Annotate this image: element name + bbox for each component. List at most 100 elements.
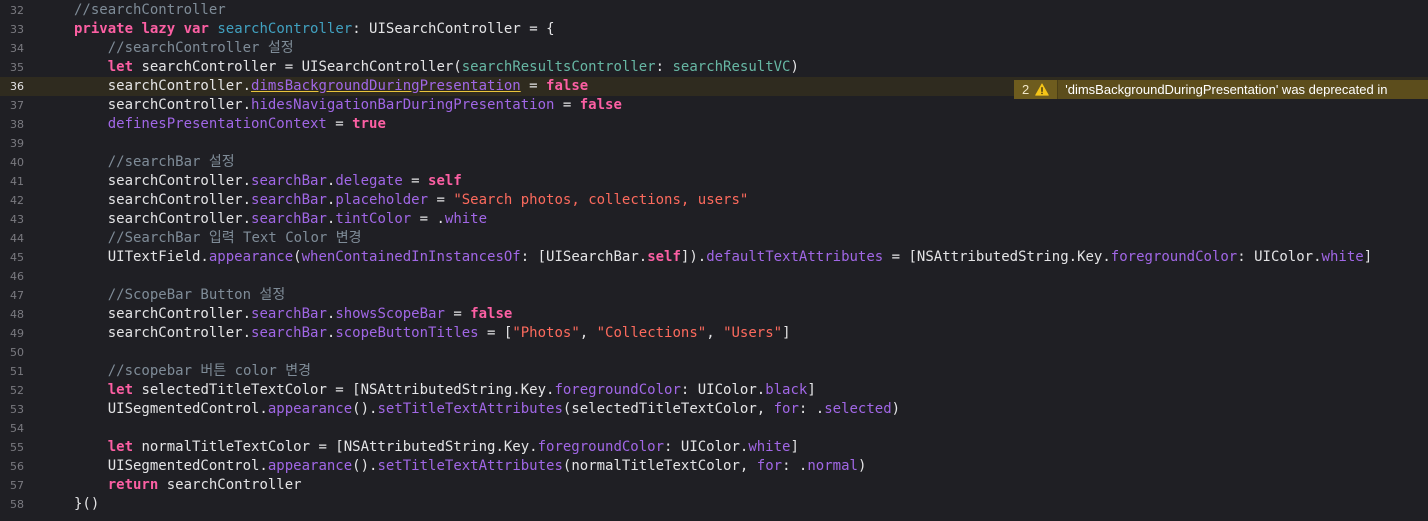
code-line[interactable]: 38 definesPresentationContext = true xyxy=(0,115,1428,134)
code-line[interactable]: 57 return searchController xyxy=(0,476,1428,495)
code-text[interactable]: let searchController = UISearchControlle… xyxy=(74,58,799,77)
code-line[interactable]: 42 searchController.searchBar.placeholde… xyxy=(0,191,1428,210)
line-number: 49 xyxy=(10,327,24,340)
code-text[interactable]: //ScopeBar Button 설정 xyxy=(74,286,285,305)
code-line[interactable]: 48 searchController.searchBar.showsScope… xyxy=(0,305,1428,324)
code-text[interactable]: definesPresentationContext = true xyxy=(74,115,386,134)
code-text[interactable]: //searchController xyxy=(74,1,226,20)
code-text[interactable]: searchController.searchBar.scopeButtonTi… xyxy=(74,324,791,343)
code-token: delegate xyxy=(335,173,403,189)
code-token: (selectedTitleTextColor, xyxy=(562,401,774,417)
code-line[interactable]: 53 UISegmentedControl.appearance().setTi… xyxy=(0,400,1428,419)
code-line[interactable]: 49 searchController.searchBar.scopeButto… xyxy=(0,324,1428,343)
deprecation-warning-annotation[interactable]: 2 'dimsBackgroundDuringPresentation' was… xyxy=(1014,80,1428,99)
code-text[interactable]: UITextField.appearance(whenContainedInIn… xyxy=(74,248,1372,267)
line-number: 56 xyxy=(10,460,24,473)
line-number: 40 xyxy=(10,156,24,169)
line-number: 38 xyxy=(10,118,24,131)
code-line[interactable]: 33 private lazy var searchController: UIS… xyxy=(0,20,1428,39)
warning-message: 'dimsBackgroundDuringPresentation' was d… xyxy=(1065,82,1388,97)
code-text[interactable]: let selectedTitleTextColor = [NSAttribut… xyxy=(74,381,816,400)
code-token: : . xyxy=(782,458,808,474)
code-text[interactable]: //SearchBar 입력 Text Color 변경 xyxy=(74,229,362,248)
code-token: searchResultVC xyxy=(672,59,791,75)
code-line[interactable]: 56 UISegmentedControl.appearance().setTi… xyxy=(0,457,1428,476)
code-line[interactable]: 44 //SearchBar 입력 Text Color 변경 xyxy=(0,229,1428,248)
code-token: "Search photos, collections, users" xyxy=(453,192,749,208)
code-text[interactable]: //searchController 설정 xyxy=(74,39,294,58)
code-text[interactable]: }() xyxy=(74,495,99,514)
line-number: 42 xyxy=(10,194,24,207)
code-line[interactable]: 41 searchController.searchBar.delegate =… xyxy=(0,172,1428,191)
code-token: = . xyxy=(411,211,445,227)
code-line[interactable]: 47 //ScopeBar Button 설정 xyxy=(0,286,1428,305)
code-token: , xyxy=(579,325,597,341)
code-token: = xyxy=(444,306,471,322)
code-token: ) xyxy=(790,59,799,75)
code-line[interactable]: 40 //searchBar 설정 xyxy=(0,153,1428,172)
line-number: 33 xyxy=(10,23,24,36)
code-text[interactable]: searchController.dimsBackgroundDuringPre… xyxy=(74,77,588,96)
line-number: 53 xyxy=(10,403,24,416)
code-token: : UIColor. xyxy=(664,439,749,455)
code-line[interactable]: 52 let selectedTitleTextColor = [NSAttri… xyxy=(0,381,1428,400)
code-line[interactable]: 35 let searchController = UISearchContro… xyxy=(0,58,1428,77)
code-editor[interactable]: 32 //searchController 33 private lazy var s… xyxy=(0,0,1428,521)
code-token: foregroundColor xyxy=(1110,249,1238,265)
code-token: = [ xyxy=(478,325,513,341)
code-text[interactable]: searchController.searchBar.tintColor = .… xyxy=(74,210,487,229)
code-token: foregroundColor xyxy=(537,439,665,455)
code-line[interactable]: 32 //searchController xyxy=(0,1,1428,20)
code-token: : xyxy=(655,59,673,75)
code-token: = xyxy=(554,97,580,113)
code-text[interactable]: searchController.searchBar.delegate = se… xyxy=(74,172,462,191)
code-token: , xyxy=(706,325,724,341)
line-number: 43 xyxy=(10,213,24,226)
code-text[interactable]: searchController.searchBar.showsScopeBar… xyxy=(74,305,513,324)
code-token: "Photos" xyxy=(512,325,580,341)
code-text[interactable]: searchController.hidesNavigationBarDurin… xyxy=(74,96,622,115)
code-token: true xyxy=(352,116,386,132)
line-number: 57 xyxy=(10,479,24,492)
code-token: //searchController 설정 xyxy=(107,40,294,56)
code-token: scopeButtonTitles xyxy=(335,325,479,341)
code-token: searchController xyxy=(158,477,302,493)
code-text[interactable]: UISegmentedControl.appearance().setTitle… xyxy=(74,457,867,476)
warning-count-badge[interactable]: 2 xyxy=(1014,80,1059,99)
code-text[interactable]: UISegmentedControl.appearance().setTitle… xyxy=(74,400,900,419)
code-text[interactable]: //searchBar 설정 xyxy=(74,153,235,172)
code-text[interactable]: //scopebar 버튼 color 변경 xyxy=(74,362,311,381)
code-token: = xyxy=(402,173,429,189)
code-token: (). xyxy=(352,401,378,417)
code-line[interactable]: 51 //scopebar 버튼 color 변경 xyxy=(0,362,1428,381)
code-line[interactable]: 43 searchController.searchBar.tintColor … xyxy=(0,210,1428,229)
code-line[interactable]: 46 xyxy=(0,267,1428,286)
code-token: private xyxy=(74,21,134,37)
code-token: white xyxy=(1321,249,1364,265)
code-text[interactable]: searchController.searchBar.placeholder =… xyxy=(74,191,749,210)
line-number: 34 xyxy=(10,42,24,55)
code-text[interactable]: private lazy var searchController: UISea… xyxy=(74,20,555,39)
code-line[interactable]: 34 //searchController 설정 xyxy=(0,39,1428,58)
code-token: self xyxy=(428,173,462,189)
code-token: searchResultsController xyxy=(461,59,656,75)
code-text[interactable]: return searchController xyxy=(74,476,302,495)
code-token: whenContainedInInstancesOf xyxy=(301,249,521,265)
code-line[interactable]: 55 let normalTitleTextColor = [NSAttribu… xyxy=(0,438,1428,457)
code-text[interactable]: let normalTitleTextColor = [NSAttributed… xyxy=(74,438,799,457)
code-line[interactable]: 54 xyxy=(0,419,1428,438)
line-number: 58 xyxy=(10,498,24,511)
code-token: ] xyxy=(807,382,816,398)
code-token: dimsBackgroundDuringPresentation xyxy=(251,78,521,94)
code-line[interactable]: 45 UITextField.appearance(whenContainedI… xyxy=(0,248,1428,267)
code-line[interactable]: 58 }() xyxy=(0,495,1428,514)
code-token: searchController = UISearchController( xyxy=(133,59,462,75)
code-token: }() xyxy=(74,496,100,512)
code-line[interactable]: 50 xyxy=(0,343,1428,362)
code-token: searchController. xyxy=(74,78,252,94)
code-line[interactable]: 39 xyxy=(0,134,1428,153)
